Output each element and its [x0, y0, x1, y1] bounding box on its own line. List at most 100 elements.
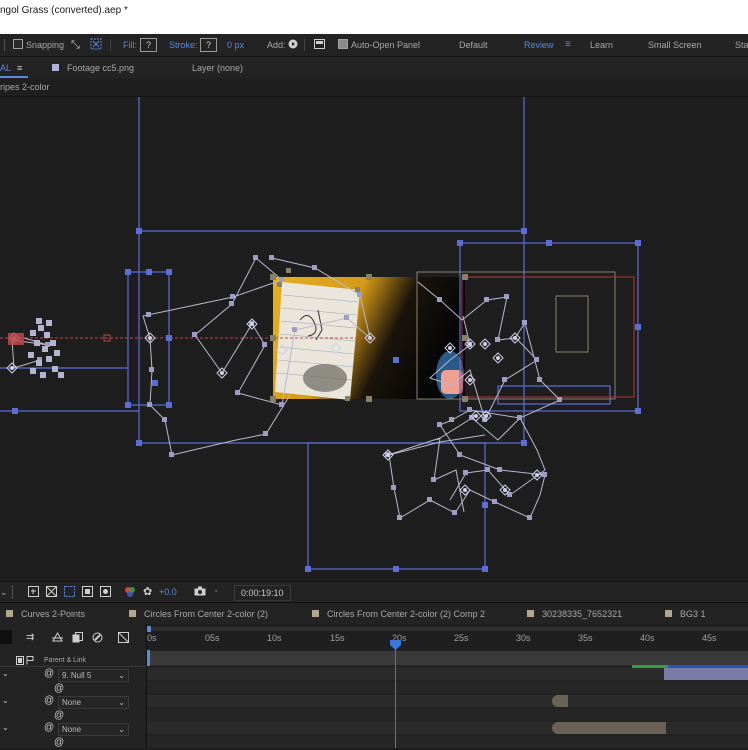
magnification-dropdown-icon[interactable]: ⌄: [0, 582, 8, 602]
stroke-label: Stroke:: [169, 40, 198, 50]
add-play-icon[interactable]: [288, 34, 298, 56]
comp-tab-circles[interactable]: Circles From Center 2-color (2): [129, 603, 268, 625]
footage-tab-label: Footage cc5.png: [67, 63, 135, 73]
comp-flowchart-icon[interactable]: ⇉: [26, 632, 34, 643]
mask-visibility-icon[interactable]: [100, 582, 111, 602]
panel-icon[interactable]: [314, 34, 325, 56]
snapping-label: Snapping: [26, 40, 65, 50]
composition-tab-label: AL: [0, 63, 12, 73]
layer-row[interactable]: ⌄ @ 9. Null 5 ⌄: [0, 668, 146, 682]
pick-whip-icon[interactable]: @: [54, 683, 64, 694]
auto-open-checkbox[interactable]: [338, 39, 348, 49]
viewer-canvas[interactable]: [0, 97, 748, 581]
playhead-icon[interactable]: [390, 640, 401, 650]
composition-viewer[interactable]: [0, 97, 748, 581]
layer-duration-bar[interactable]: [552, 722, 666, 734]
layer-duration-bar[interactable]: [664, 668, 748, 680]
toolbar: Snapping ⤡ Fill: ? Stroke: ? 0 px Add: A…: [0, 34, 748, 57]
snapping-toggle[interactable]: Snapping: [13, 34, 64, 56]
exposure-value[interactable]: +0.0: [159, 582, 177, 602]
layer-track[interactable]: [147, 736, 748, 748]
footage-tab[interactable]: Footage cc5.png: [52, 57, 134, 79]
layer-track[interactable]: [147, 709, 748, 721]
pick-whip-icon[interactable]: @: [44, 668, 54, 679]
show-snapshot-icon[interactable]: ◔: [212, 582, 219, 602]
expand-chevron-icon[interactable]: ⌄: [2, 669, 9, 678]
current-time-display[interactable]: 0:00:19:10: [234, 585, 291, 601]
layer-track[interactable]: [147, 695, 748, 707]
comp-swatch: [129, 610, 136, 617]
workspace-small-screen[interactable]: Small Screen: [648, 34, 702, 56]
comp-tab-circles-comp2[interactable]: Circles From Center 2-color (2) Comp 2: [312, 603, 485, 625]
stroke-swatch[interactable]: ?: [200, 34, 217, 56]
toolbar-grip: [4, 39, 11, 51]
viewer-controls: ⌄ ✿ +0.0 ◔ 0:00:19:10: [0, 581, 748, 602]
comp-tab-30238335[interactable]: 30238335_7652321: [527, 603, 622, 625]
grid-icon[interactable]: [28, 582, 39, 602]
motion-blur-icon[interactable]: [117, 631, 130, 645]
layer-tab[interactable]: Layer (none): [192, 57, 243, 79]
auto-open-toggle[interactable]: Auto-Open Panel: [338, 34, 420, 56]
comp-swatch: [665, 610, 672, 617]
safe-margins-icon[interactable]: [82, 582, 93, 602]
pick-whip-icon[interactable]: @: [44, 695, 54, 706]
workspace-standard[interactable]: Sta: [735, 34, 748, 56]
reset-exposure-icon[interactable]: ✿: [143, 582, 152, 602]
layer-duration-bar[interactable]: [552, 695, 568, 707]
parent-value: None: [62, 698, 82, 707]
layer-sub-row: @: [0, 737, 146, 750]
viewer-panel-tabs: AL ≡ Footage cc5.png Layer (none): [0, 57, 748, 79]
snap-edges-icon[interactable]: ⤡: [71, 34, 80, 56]
pick-whip-icon[interactable]: @: [54, 737, 64, 748]
parent-value: None: [62, 725, 82, 734]
comp-tab-label: Circles From Center 2-color (2): [144, 609, 269, 619]
parent-dropdown[interactable]: None ⌄: [58, 723, 129, 736]
parent-dropdown[interactable]: None ⌄: [58, 696, 129, 709]
comp-breadcrumb-bar: ripes 2-color: [0, 79, 748, 97]
layer-row[interactable]: ⌄ @ None ⌄: [0, 695, 146, 709]
search-field[interactable]: [0, 630, 12, 644]
color-channels-icon[interactable]: [124, 582, 136, 602]
divider: [12, 585, 13, 599]
snap-features-icon[interactable]: [90, 34, 102, 56]
ruler-tick: 35s: [578, 633, 593, 643]
breadcrumb[interactable]: ripes 2-color: [0, 79, 50, 96]
region-of-interest-icon[interactable]: [64, 582, 75, 602]
chevron-down-icon: ⌄: [118, 725, 125, 734]
null-layer-marker[interactable]: [8, 333, 24, 345]
navigator-start-handle[interactable]: [147, 650, 150, 666]
fill-label: Fill:: [123, 40, 137, 50]
expand-chevron-icon[interactable]: ⌄: [2, 723, 9, 732]
stroke-width[interactable]: 0 px: [227, 34, 244, 56]
fill-swatch[interactable]: ?: [140, 34, 157, 56]
work-area-start[interactable]: [147, 626, 151, 632]
pick-whip-icon[interactable]: @: [54, 710, 64, 721]
expand-chevron-icon[interactable]: ⌄: [2, 696, 9, 705]
playhead-line[interactable]: [395, 644, 396, 748]
layer-row[interactable]: ⌄ @ None ⌄: [0, 722, 146, 736]
parent-dropdown[interactable]: 9. Null 5 ⌄: [58, 669, 129, 682]
workspace-menu-icon[interactable]: ≡: [565, 34, 571, 56]
point-cluster[interactable]: [28, 318, 64, 378]
transparency-grid-icon[interactable]: [45, 582, 58, 602]
layer-track[interactable]: [147, 668, 748, 680]
chevron-down-icon: ⌄: [118, 698, 125, 707]
panel-menu-icon[interactable]: ≡: [17, 63, 22, 73]
comp-navigator-bar[interactable]: [147, 651, 748, 665]
workspace-review[interactable]: Review: [524, 34, 554, 56]
draft-3d-icon[interactable]: [52, 631, 63, 645]
ruler-tick: 15s: [330, 633, 345, 643]
workspace-learn[interactable]: Learn: [590, 34, 613, 56]
work-area-bar[interactable]: [147, 627, 748, 631]
shy-layers-icon[interactable]: [72, 632, 83, 645]
layer-track[interactable]: [147, 682, 748, 694]
snapshot-camera-icon[interactable]: [194, 582, 206, 602]
pick-whip-icon[interactable]: @: [44, 722, 54, 733]
comp-tab-curves[interactable]: Curves 2-Points: [6, 603, 85, 625]
workspace-default[interactable]: Default: [459, 34, 488, 56]
time-ruler[interactable]: 0s 05s 10s 15s 20s 25s 30s 35s 40s 45s: [147, 624, 748, 650]
snapping-checkbox[interactable]: [13, 39, 23, 49]
footage-swatch: [52, 64, 59, 71]
frame-blending-icon[interactable]: [92, 632, 103, 645]
comp-tab-bg3[interactable]: BG3 1: [665, 603, 706, 625]
